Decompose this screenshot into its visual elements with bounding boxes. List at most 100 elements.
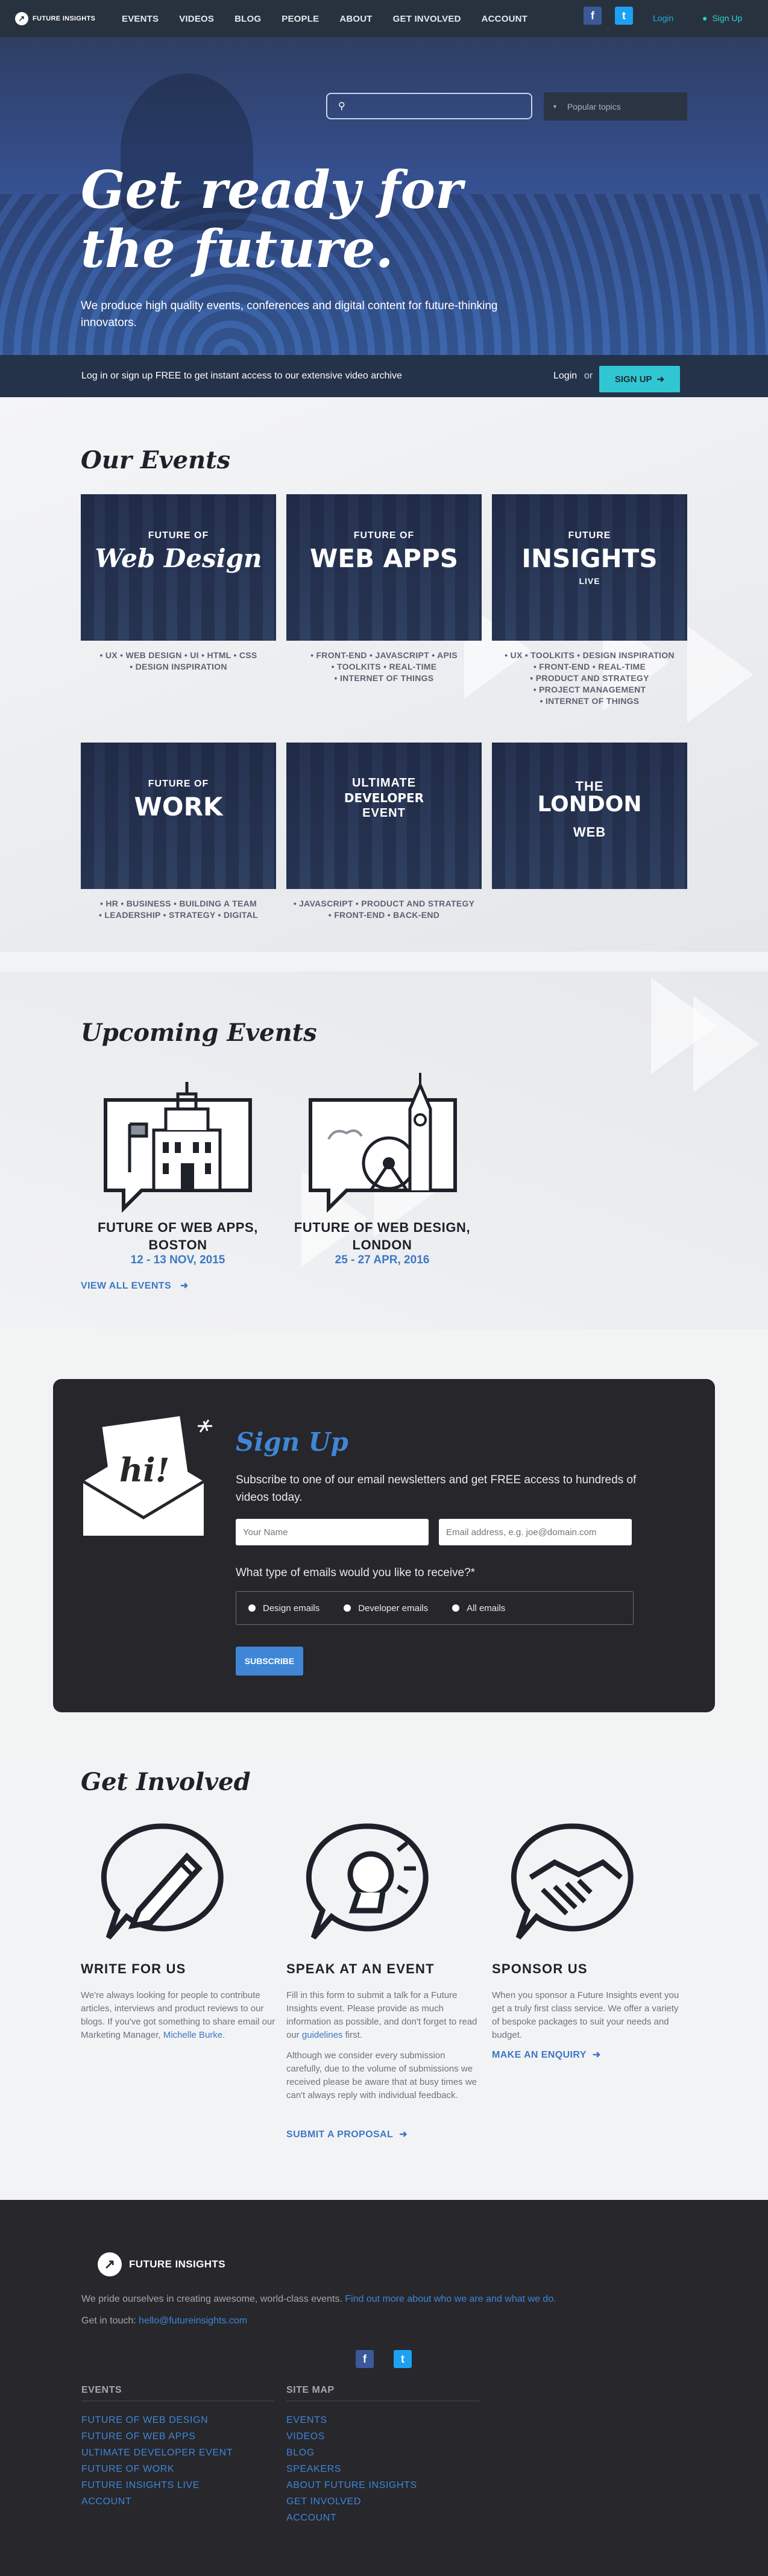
footer-link[interactable]: GET INVOLVED [286,2493,417,2510]
event-tag-line: • FRONT-END • JAVASCRIPT • APIS [310,650,458,660]
event-card-prefix: FUTURE OF [353,530,415,541]
event-tag-line: • UX • WEB DESIGN • UI • HTML • CSS [99,650,257,660]
arrow-right-icon: ➜ [656,374,665,385]
archive-signup-button[interactable]: SIGN UP ➜ [599,366,680,392]
event-card-name: INSIGHTS [521,544,658,573]
footer-contact-text: Get in touch: [81,2316,139,2326]
event-tag-line: • INTERNET OF THINGS [540,696,640,706]
upcoming-event-name[interactable]: FUTURE OF WEB DESIGN, LONDON [292,1219,473,1254]
nav-item-events[interactable]: EVENTS [122,14,159,24]
event-tags: • FRONT-END • JAVASCRIPT • APIS • TOOLKI… [286,650,482,684]
event-tag-line: • DESIGN INSPIRATION [130,662,227,671]
event-card-suffix: EVENT [362,806,406,820]
footer-link[interactable]: EVENTS [286,2412,417,2428]
event-card-work[interactable]: FUTURE OF WORK [81,743,276,889]
footer-sitemap-list: EVENTS VIDEOS BLOG SPEAKERS ABOUT FUTURE… [286,2412,417,2526]
event-tag-line: • FRONT-END • REAL-TIME [533,662,646,671]
footer-twitter-icon[interactable]: t [394,2350,412,2368]
event-card-insights-live[interactable]: FUTURE INSIGHTS LIVE [492,494,687,641]
footer-about-text: We pride ourselves in creating awesome, … [81,2294,345,2304]
login-link[interactable]: Login [653,13,673,23]
radio-label: Developer emails [358,1603,429,1613]
events-title: Our Events [81,446,231,474]
twitter-icon[interactable]: t [615,7,633,25]
nav-item-people[interactable]: PEOPLE [282,14,319,24]
email-type-question: What type of emails would you like to re… [236,1566,476,1579]
submit-proposal-link[interactable]: SUBMIT A PROPOSAL ➜ [286,2128,408,2140]
footer-about-link[interactable]: Find out more about who we are and what … [345,2294,556,2304]
archive-signup-label: SIGN UP [614,374,652,385]
nav-item-blog[interactable]: BLOG [234,14,261,24]
footer-link[interactable]: ACCOUNT [81,2493,233,2510]
write-for-us-end: . [222,2030,225,2040]
hero-subtitle: We produce high quality events, conferen… [81,300,498,329]
footer-logo-text: FUTURE INSIGHTS [129,2258,225,2270]
search-icon: ⚲ [338,101,345,112]
sponsor-text: When you sponsor a Future Insights event… [492,1990,679,2040]
event-tag-line: • UX • TOOLKITS • DESIGN INSPIRATION [505,650,675,660]
event-card-name: LONDON [537,792,642,817]
upcoming-event-date: 25 - 27 APR, 2016 [335,1254,430,1266]
footer-logo[interactable]: ↗ FUTURE INSIGHTS [90,2252,225,2276]
get-involved-title: Get Involved [81,1768,251,1796]
footer-contact: Get in touch: hello@futureinsights.com [81,2316,247,2326]
popular-topics-dropdown[interactable]: ▼ Popular topics [544,92,687,121]
footer-email-link[interactable]: hello@futureinsights.com [139,2316,247,2326]
subscribe-button[interactable]: SUBSCRIBE [236,1647,303,1676]
speak-body-end: first. [342,2030,362,2040]
hero-banner: ⚲ ▼ Popular topics Get ready for the fut… [0,37,768,355]
event-card-web-design[interactable]: FUTURE OF Web Design [81,494,276,641]
arrow-right-icon: ➜ [592,2050,601,2060]
event-card-name: WORK [134,792,223,821]
event-card-web-apps[interactable]: FUTURE OF WEB APPS [286,494,482,641]
event-card-london-web[interactable]: THE LONDON WEB [492,743,687,889]
event-tag-line: • TOOLKITS • REAL-TIME [331,662,437,671]
make-enquiry-link[interactable]: MAKE AN ENQUIRY ➜ [492,2049,601,2061]
signup-link[interactable]: ● Sign Up [702,13,742,23]
footer-link[interactable]: SPEAKERS [286,2461,417,2477]
nav-item-get-involved[interactable]: GET INVOLVED [393,14,461,24]
michelle-burke-link[interactable]: Michelle Burke [163,2030,222,2040]
logo-text: FUTURE INSIGHTS [33,15,96,22]
upcoming-event-name[interactable]: FUTURE OF WEB APPS, BOSTON [87,1219,268,1254]
guidelines-link[interactable]: guidelines [302,2030,343,2040]
footer-link[interactable]: FUTURE OF WORK [81,2461,233,2477]
name-field[interactable] [236,1519,429,1545]
view-all-events-link[interactable]: VIEW ALL EVENTS ➜ [81,1280,189,1292]
signup-label: Sign Up [712,13,743,23]
user-icon: ● [702,13,708,23]
event-tag-line: • JAVASCRIPT • PRODUCT AND STRATEGY [293,899,475,908]
event-card-prefix: FUTURE [568,530,611,541]
site-logo[interactable]: ↗ FUTURE INSIGHTS [11,12,101,25]
nav-item-account[interactable]: ACCOUNT [482,14,527,24]
search-input[interactable] [351,101,514,112]
footer-events-heading: EVENTS [81,2385,274,2401]
nav-item-videos[interactable]: VIDEOS [179,14,214,24]
archive-login-link[interactable]: Login [553,371,577,382]
footer-link[interactable]: ABOUT FUTURE INSIGHTS [286,2477,417,2493]
decor-triangle [687,626,754,723]
radio-all-emails[interactable]: All emails [452,1603,505,1613]
event-card-suffix: LIVE [579,576,600,586]
pencil-speech-icon [101,1823,224,1940]
event-card-ultimate-developer[interactable]: ULTIMATE DEVELOPER EVENT [286,743,482,889]
radio-developer-emails[interactable]: Developer emails [344,1603,428,1613]
nav-item-about[interactable]: ABOUT [339,14,372,24]
footer-link[interactable]: BLOG [286,2445,417,2461]
archive-bar: Log in or sign up FREE to get instant ac… [0,355,768,397]
footer-link[interactable]: ULTIMATE DEVELOPER EVENT [81,2445,233,2461]
footer-about: We pride ourselves in creating awesome, … [81,2294,556,2305]
signup-panel: hi! Sign Up Subscribe to one of our emai… [53,1379,715,1712]
footer-link[interactable]: FUTURE INSIGHTS LIVE [81,2477,233,2493]
event-tag-line: • PROJECT MANAGEMENT [533,685,646,694]
email-field[interactable] [439,1519,632,1545]
email-type-radio-group: Design emails Developer emails All email… [236,1591,634,1625]
footer-facebook-icon[interactable]: f [356,2350,374,2368]
footer-link[interactable]: FUTURE OF WEB DESIGN [81,2412,233,2428]
footer-link[interactable]: ACCOUNT [286,2510,417,2526]
archive-or-text: or [584,371,593,381]
facebook-icon[interactable]: f [584,7,602,25]
footer-link[interactable]: VIDEOS [286,2428,417,2445]
footer-link[interactable]: FUTURE OF WEB APPS [81,2428,233,2445]
radio-design-emails[interactable]: Design emails [248,1603,319,1613]
